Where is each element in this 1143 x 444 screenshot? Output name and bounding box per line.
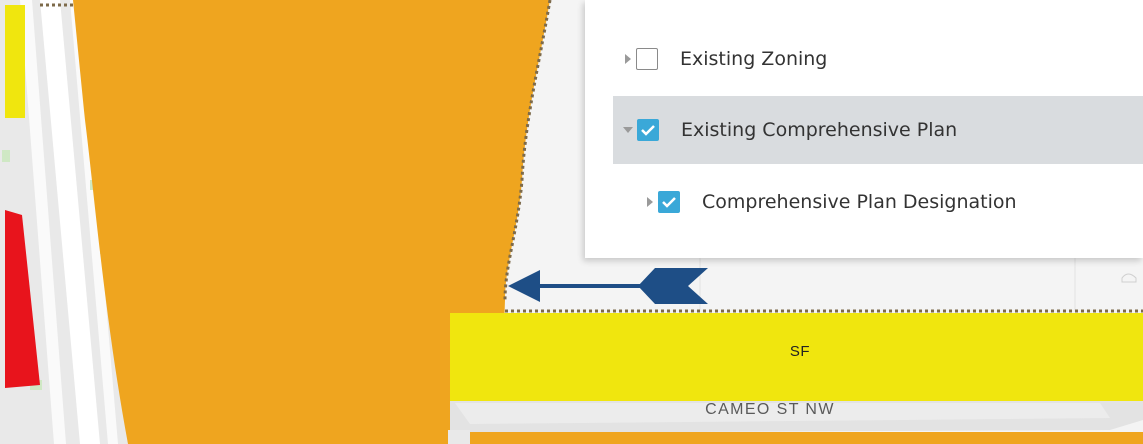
check-icon [662, 197, 676, 208]
layer-checkbox-checked[interactable] [658, 191, 680, 213]
parcel-label-sf: SF [789, 343, 811, 360]
yellow-zone-left [5, 5, 25, 118]
orange-zone-bottom [470, 432, 1143, 444]
layer-item-comprehensive-plan-designation[interactable]: Comprehensive Plan Designation [585, 168, 1143, 236]
caret-down-icon[interactable] [623, 127, 633, 133]
layer-label: Existing Comprehensive Plan [681, 119, 958, 141]
layer-item-existing-zoning[interactable]: Existing Zoning [585, 25, 1143, 93]
layer-checkbox-checked[interactable] [637, 119, 659, 141]
check-icon [641, 125, 655, 136]
layer-checkbox-unchecked[interactable] [636, 48, 658, 70]
layer-label: Existing Zoning [680, 48, 828, 70]
caret-right-icon[interactable] [647, 197, 653, 207]
green-patch [2, 150, 10, 162]
caret-right-icon[interactable] [625, 54, 631, 64]
layer-label: Comprehensive Plan Designation [702, 191, 1017, 213]
road-corner [448, 430, 470, 444]
layer-item-existing-comprehensive-plan[interactable]: Existing Comprehensive Plan [613, 96, 1143, 164]
street-label: CAMEO ST NW [705, 401, 835, 418]
layer-list-panel: Existing Zoning Existing Comprehensive P… [585, 0, 1143, 258]
